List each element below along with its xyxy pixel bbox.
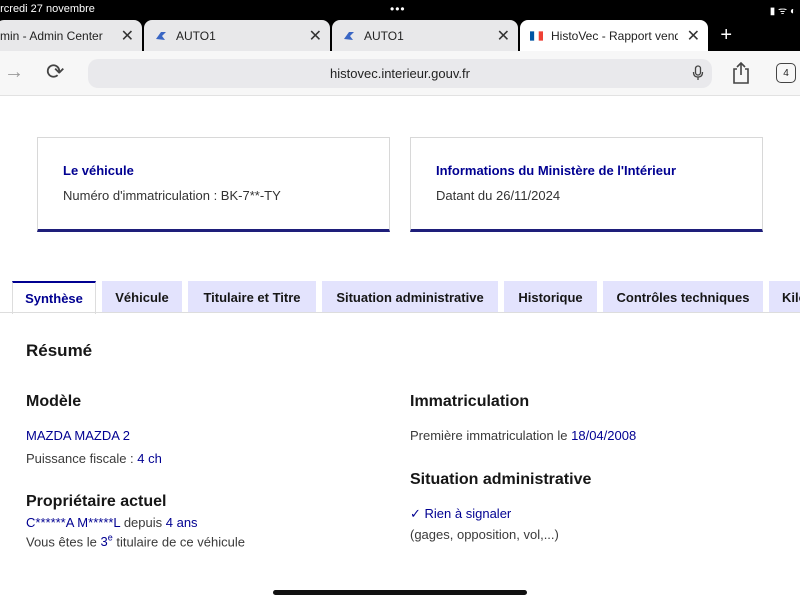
fiscal-power-value: 4 ch [137,451,162,466]
owner-rank-value: 3e [100,533,113,550]
first-registration: Première immatriculation le 18/04/2008 [410,428,636,443]
browser-tab-bar: min - Admin Center ✕ AUTO1 ✕ AUTO1 ✕ His… [0,20,800,51]
home-indicator[interactable] [273,590,527,595]
close-icon[interactable]: ✕ [497,26,510,46]
owner-heading: Propriétaire actuel [26,493,167,510]
tab-synthese[interactable]: Synthèse [12,281,96,314]
tab-count-button[interactable]: 4 [776,63,796,83]
ministry-card-title: Informations du Ministère de l'Intérieur [436,163,677,178]
french-flag-icon [530,30,543,41]
model-heading: Modèle [26,393,82,410]
owner-since-label: depuis [123,515,163,530]
close-icon[interactable]: ✕ [687,26,700,46]
owner-rank: Vous êtes le 3e titulaire de ce véhicule [26,533,245,549]
first-registration-label: Première immatriculation le [410,428,568,443]
owner-rank-prefix: Vous êtes le [26,534,97,550]
summary-title: Résumé [26,341,93,360]
tab-vehicule[interactable]: Véhicule [102,281,182,313]
auto1-favicon-icon [156,31,166,40]
page-content: Le véhicule Numéro d'immatriculation : B… [0,97,800,600]
admin-status: ✓ Rien à signaler [410,506,511,522]
status-bar: ercredi 27 novembre ••• ▮ ᯤ ◐ [0,0,800,20]
auto1-favicon-icon [344,31,354,40]
browser-tab-admin[interactable]: min - Admin Center ✕ [0,20,142,51]
microphone-icon[interactable] [692,65,704,81]
tab-controles[interactable]: Contrôles techniques [603,281,763,313]
synthese-panel: Résumé Modèle MAZDA MAZDA 2 Puissance fi… [0,313,800,600]
tab-label: HistoVec - Rapport vendu [551,28,678,43]
owner-info: C******A M*****L depuis 4 ans [26,515,198,530]
new-tab-button[interactable]: + [720,24,732,47]
tab-label: AUTO1 [364,28,404,43]
report-tabs: Synthèse Véhicule Titulaire et Titre Sit… [0,281,800,314]
vehicle-card-title: Le véhicule [63,163,134,178]
close-icon[interactable]: ✕ [121,26,134,46]
ministry-card: Informations du Ministère de l'Intérieur… [410,137,763,232]
admin-heading: Situation administrative [410,471,592,488]
browser-tab-auto1-a[interactable]: AUTO1 ✕ [144,20,330,51]
browser-tab-auto1-b[interactable]: AUTO1 ✕ [332,20,518,51]
admin-details: (gages, opposition, vol,...) [410,527,559,542]
status-date: ercredi 27 novembre [0,3,95,15]
tab-titulaire[interactable]: Titulaire et Titre [188,281,316,313]
fiscal-power-label: Puissance fiscale : [26,451,134,466]
close-icon[interactable]: ✕ [309,26,322,46]
tab-label: min - Admin Center [0,28,103,43]
browser-tab-histovec[interactable]: HistoVec - Rapport vendu ✕ [520,20,708,51]
registration-number: Numéro d'immatriculation : BK-7**-TY [63,188,281,203]
model-value: MAZDA MAZDA 2 [26,428,131,443]
address-bar[interactable]: histovec.interieur.gouv.fr [88,59,712,88]
url-text: histovec.interieur.gouv.fr [330,66,470,81]
share-icon[interactable] [730,61,752,85]
multitask-dots[interactable]: ••• [390,2,406,16]
status-icons: ▮ ᯤ ◐ [769,6,796,17]
report-date: Datant du 26/11/2024 [436,188,561,203]
check-icon: ✓ [410,506,421,521]
tab-kilometrage[interactable]: Kilo [769,281,800,313]
vehicle-card: Le véhicule Numéro d'immatriculation : B… [37,137,390,232]
registration-heading: Immatriculation [410,393,530,410]
forward-arrow-icon[interactable]: → [4,61,24,84]
owner-rank-rest: titulaire de ce véhicule [116,534,245,550]
admin-status-text: Rien à signaler [424,506,512,521]
owner-since-value: 4 ans [165,515,198,530]
reload-icon[interactable]: ⟳ [46,59,64,85]
owner-name: C******A M*****L [26,515,121,530]
tab-label: AUTO1 [176,28,216,43]
tab-historique[interactable]: Historique [504,281,597,313]
toolbar: → ⟳ histovec.interieur.gouv.fr 4 [0,51,800,96]
first-registration-date: 18/04/2008 [571,428,637,443]
tab-situation[interactable]: Situation administrative [322,281,498,313]
fiscal-power: Puissance fiscale : 4 ch [26,451,162,466]
